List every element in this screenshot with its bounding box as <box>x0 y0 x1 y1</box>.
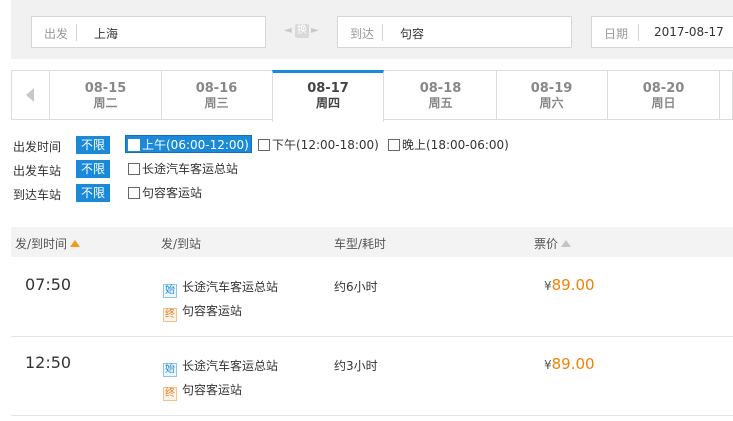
filter-all-button[interactable]: 不限 <box>76 160 110 178</box>
filter-label: 出发车站 <box>13 164 62 178</box>
tab-weekday: 周五 <box>428 96 453 110</box>
end-badge-icon: 终 <box>163 387 177 401</box>
to-field[interactable]: 到达 句容 <box>337 16 572 48</box>
checkbox[interactable] <box>128 139 140 151</box>
station-name: 句容客运站 <box>182 383 243 397</box>
table-row[interactable]: 12:50 始长途汽车客运总站 终句容客运站 约3小时 ¥89.00 <box>11 337 733 416</box>
prev-dates-button[interactable] <box>12 71 50 120</box>
price: ¥89.00 <box>544 355 595 373</box>
divider <box>638 24 639 41</box>
tab-date-0819[interactable]: 08-19 周六 <box>496 71 608 120</box>
option-label: 晚上(18:00-06:00) <box>402 138 509 152</box>
price-value: 89.00 <box>551 355 595 373</box>
left-arrow-icon: ◄ <box>284 25 292 36</box>
currency-symbol: ¥ <box>544 358 552 372</box>
date-label: 日期 <box>604 27 629 41</box>
from-label: 出发 <box>44 27 69 41</box>
divider <box>76 24 77 41</box>
filter-option-station[interactable]: 长途汽车客运总站 <box>128 160 238 178</box>
sort-asc-icon <box>70 240 81 247</box>
tab-date: 08-17 <box>307 81 349 96</box>
station-name: 长途汽车客运总站 <box>182 280 279 294</box>
date-tabs: 08-15 周二 08-16 周三 08-17 周四 08-18 周五 08-1… <box>11 70 733 122</box>
filter-option-afternoon[interactable]: 下午(12:00-18:00) <box>258 136 379 154</box>
station-name: 长途汽车客运总站 <box>182 359 279 373</box>
date-field[interactable]: 日期 2017-08-17 <box>591 16 733 48</box>
sort-icon <box>561 240 572 247</box>
filter-all-button[interactable]: 不限 <box>76 184 110 202</box>
tab-date: 08-18 <box>419 81 462 96</box>
stations-header: 发/到站 <box>161 237 202 251</box>
from-field[interactable]: 出发 上海 <box>31 16 266 48</box>
tab-date-0815[interactable]: 08-15 周二 <box>50 71 162 120</box>
from-value[interactable]: 上海 <box>94 25 118 42</box>
tab-weekday: 周三 <box>204 96 229 110</box>
price: ¥89.00 <box>544 276 595 294</box>
tab-date-0818[interactable]: 08-18 周五 <box>385 71 497 120</box>
to-station: 终句容客运站 <box>163 302 242 322</box>
tab-weekday: 周日 <box>651 96 676 110</box>
tab-weekday: 周四 <box>315 96 340 110</box>
sort-price-header[interactable]: 票价 <box>534 235 572 252</box>
tab-date: 08-19 <box>530 81 573 96</box>
filter-depart-time: 出发时间 不限 上午(06:00-12:00) 下午(12:00-18:00) … <box>11 135 531 154</box>
filter-option-morning[interactable]: 上午(06:00-12:00) <box>125 135 252 153</box>
to-value[interactable]: 句容 <box>400 25 424 42</box>
tab-date: 08-15 <box>84 81 127 96</box>
from-station: 始长途汽车客运总站 <box>163 357 278 377</box>
table-row[interactable]: 07:50 始长途汽车客运总站 终句容客运站 约6小时 ¥89.00 <box>11 258 733 337</box>
to-label: 到达 <box>350 27 375 41</box>
depart-time: 07:50 <box>25 275 72 294</box>
to-station: 终句容客运站 <box>163 381 242 401</box>
from-station: 始长途汽车客运总站 <box>163 278 278 298</box>
station-name: 句容客运站 <box>182 304 243 318</box>
tab-weekday: 周二 <box>93 96 118 110</box>
tab-date-0816[interactable]: 08-16 周三 <box>161 71 273 120</box>
checkbox[interactable] <box>128 163 140 175</box>
table-header: 发/到时间 发/到站 车型/耗时 票价 <box>11 227 733 257</box>
option-label: 句容客运站 <box>142 186 203 200</box>
duration: 约6小时 <box>334 280 378 294</box>
header-label: 发/到时间 <box>15 237 68 251</box>
tab-weekday: 周六 <box>539 96 564 110</box>
filter-all-button[interactable]: 不限 <box>76 136 110 154</box>
depart-time: 12:50 <box>25 353 72 372</box>
search-bar: 出发 上海 ◄ 换 ► 到达 句容 日期 2017-08-17 <box>11 0 733 59</box>
start-badge-icon: 始 <box>163 284 177 298</box>
tab-date-0817[interactable]: 08-17 周四 <box>272 70 384 122</box>
start-badge-icon: 始 <box>163 363 177 377</box>
option-label: 下午(12:00-18:00) <box>272 138 379 152</box>
checkbox[interactable] <box>128 187 140 199</box>
header-label: 票价 <box>534 237 559 251</box>
checkbox[interactable] <box>258 139 270 151</box>
type-header: 车型/耗时 <box>334 237 387 251</box>
tab-date: 08-16 <box>195 81 238 96</box>
filter-label: 到达车站 <box>13 188 62 202</box>
right-arrow-icon: ► <box>311 25 319 36</box>
filter-label: 出发时间 <box>13 140 62 154</box>
option-label: 长途汽车客运总站 <box>142 162 239 176</box>
currency-symbol: ¥ <box>544 279 552 293</box>
tab-date-0820[interactable]: 08-20 周日 <box>608 71 720 120</box>
swap-icon: 换 <box>295 24 309 38</box>
checkbox[interactable] <box>388 139 400 151</box>
filter-option-evening[interactable]: 晚上(18:00-06:00) <box>388 136 509 154</box>
end-badge-icon: 终 <box>163 308 177 322</box>
date-value[interactable]: 2017-08-17 <box>654 25 724 39</box>
filter-option-station[interactable]: 句容客运站 <box>128 184 202 202</box>
duration: 约3小时 <box>334 359 378 373</box>
tab-date: 08-20 <box>642 81 685 96</box>
chevron-left-icon <box>26 88 34 102</box>
sort-time-header[interactable]: 发/到时间 <box>15 235 81 252</box>
filter-depart-station: 出发车站 不限 长途汽车客运总站 <box>11 160 271 178</box>
option-label: 上午(06:00-12:00) <box>142 138 249 152</box>
price-value: 89.00 <box>551 276 595 294</box>
divider <box>382 24 383 41</box>
filter-arrive-station: 到达车站 不限 句容客运站 <box>11 184 271 202</box>
swap-button[interactable]: ◄ 换 ► <box>284 23 320 41</box>
